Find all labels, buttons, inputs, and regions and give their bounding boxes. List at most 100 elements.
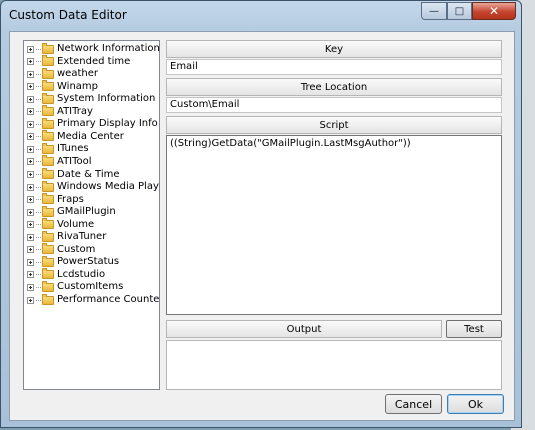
expand-plus-icon[interactable] — [27, 83, 34, 91]
tree-item[interactable]: ATITray — [27, 105, 93, 118]
tree-connector-line — [36, 48, 41, 50]
tree-item[interactable]: RivaTuner — [27, 230, 106, 243]
folder-icon — [42, 255, 54, 267]
folder-icon — [42, 180, 54, 192]
tree-item[interactable]: Extended time — [27, 55, 131, 68]
tree-item[interactable]: Winamp — [27, 80, 99, 93]
expand-plus-icon[interactable] — [27, 296, 34, 304]
minimize-button[interactable]: — — [421, 2, 447, 20]
tree-item[interactable]: GMailPlugin — [27, 205, 116, 218]
tree-item[interactable]: Fraps — [27, 193, 84, 206]
maximize-icon: □ — [454, 5, 465, 17]
tree-item[interactable]: CustomItems — [27, 280, 124, 293]
expand-plus-icon[interactable] — [27, 45, 34, 53]
tree-item-label: CustomItems — [57, 281, 124, 293]
expand-plus-icon[interactable] — [27, 171, 34, 178]
key-header: Key — [166, 40, 502, 58]
expand-plus-icon[interactable] — [27, 133, 34, 141]
folder-icon — [42, 230, 54, 242]
output-area[interactable] — [166, 340, 502, 390]
title-bar[interactable]: Custom Data Editor — □ ✕ — [1, 1, 521, 31]
folder-icon — [42, 218, 54, 230]
tree-connector-line — [36, 148, 41, 150]
expand-plus-icon[interactable] — [27, 145, 34, 153]
expand-plus-icon[interactable] — [27, 233, 34, 241]
expand-plus-icon[interactable] — [27, 246, 34, 254]
expand-plus-icon[interactable] — [27, 283, 34, 291]
tree-item[interactable]: Network Information — [27, 42, 159, 55]
tree-connector-line — [36, 111, 41, 113]
folder-icon — [42, 55, 54, 67]
tree-item[interactable]: PowerStatus — [27, 255, 119, 268]
folder-icon — [42, 42, 54, 54]
tree-connector-line — [36, 236, 41, 238]
tree-connector-line — [36, 211, 41, 213]
script-editor[interactable]: ((String)GetData("GMailPlugin.LastMsgAut… — [166, 135, 502, 315]
tree-item[interactable]: Custom — [27, 243, 95, 256]
script-header: Script — [166, 116, 502, 134]
folder-icon — [42, 243, 54, 255]
custom-data-editor-window: Custom Data Editor — □ ✕ Network Informa… — [0, 0, 522, 428]
close-button[interactable]: ✕ — [472, 2, 516, 20]
data-tree-view[interactable]: Network Information Extended time weather W… — [23, 40, 160, 390]
tree-location-field[interactable]: Custom\Email — [166, 97, 502, 113]
tree-connector-line — [36, 136, 41, 138]
tree-item[interactable]: Performance Counters — [27, 293, 159, 306]
tree-connector-line — [36, 261, 41, 263]
tree-item[interactable]: Media Center — [27, 130, 124, 143]
tree-connector-line — [36, 186, 41, 188]
tree-item[interactable]: ITunes — [27, 142, 89, 155]
tree-item[interactable]: weather — [27, 67, 98, 80]
tree-connector-line — [36, 199, 41, 201]
key-field[interactable]: Email — [166, 59, 502, 75]
expand-plus-icon[interactable] — [27, 221, 34, 229]
expand-plus-icon[interactable] — [27, 271, 34, 279]
tree-item-label: Winamp — [57, 80, 99, 92]
minimize-icon: — — [429, 5, 439, 17]
tree-item[interactable]: Lcdstudio — [27, 268, 106, 281]
tree-item[interactable]: System Information — [27, 92, 156, 105]
tree-item-label: weather — [57, 68, 98, 80]
folder-icon — [42, 92, 54, 104]
tree-item[interactable]: Windows Media Player — [27, 180, 159, 193]
folder-icon — [42, 268, 54, 280]
maximize-button[interactable]: □ — [447, 2, 472, 20]
test-button[interactable]: Test — [446, 320, 502, 338]
expand-plus-icon[interactable] — [27, 120, 34, 128]
tree-connector-line — [36, 161, 41, 163]
tree-item[interactable]: ATITool — [27, 155, 92, 168]
folder-icon — [42, 193, 54, 205]
folder-icon — [42, 142, 54, 154]
tree-item-label: Extended time — [57, 55, 131, 67]
expand-plus-icon[interactable] — [27, 183, 34, 191]
tree-item-label: Fraps — [57, 193, 84, 205]
tree-item-label: ITunes — [57, 143, 89, 155]
expand-plus-icon[interactable] — [27, 95, 34, 103]
expand-plus-icon[interactable] — [27, 208, 34, 216]
expand-plus-icon[interactable] — [27, 70, 34, 78]
tree-connector-line — [36, 174, 41, 175]
tree-item-label: Primary Display Info — [57, 118, 158, 130]
expand-plus-icon[interactable] — [27, 196, 34, 204]
folder-icon — [42, 80, 54, 92]
expand-plus-icon[interactable] — [27, 158, 34, 166]
tree-item[interactable]: Volume — [27, 218, 94, 231]
tree-item-label: Lcdstudio — [57, 268, 106, 280]
tree-connector-line — [36, 61, 41, 63]
tree-item[interactable]: Date & Time — [27, 168, 120, 181]
tree-connector-line — [36, 86, 41, 88]
folder-icon — [42, 280, 54, 292]
expand-plus-icon[interactable] — [27, 108, 34, 116]
ok-button[interactable]: Ok — [447, 394, 504, 414]
tree-connector-line — [36, 274, 41, 276]
tree-connector-line — [36, 73, 41, 75]
folder-icon — [42, 293, 54, 305]
tree-connector-line — [36, 299, 41, 301]
folder-icon — [42, 130, 54, 142]
window-title: Custom Data Editor — [9, 8, 127, 22]
expand-plus-icon[interactable] — [27, 258, 34, 266]
cancel-button[interactable]: Cancel — [385, 394, 442, 414]
expand-plus-icon[interactable] — [27, 58, 34, 66]
tree-item[interactable]: Primary Display Info — [27, 117, 158, 130]
tree-item-label: System Information — [57, 93, 156, 105]
